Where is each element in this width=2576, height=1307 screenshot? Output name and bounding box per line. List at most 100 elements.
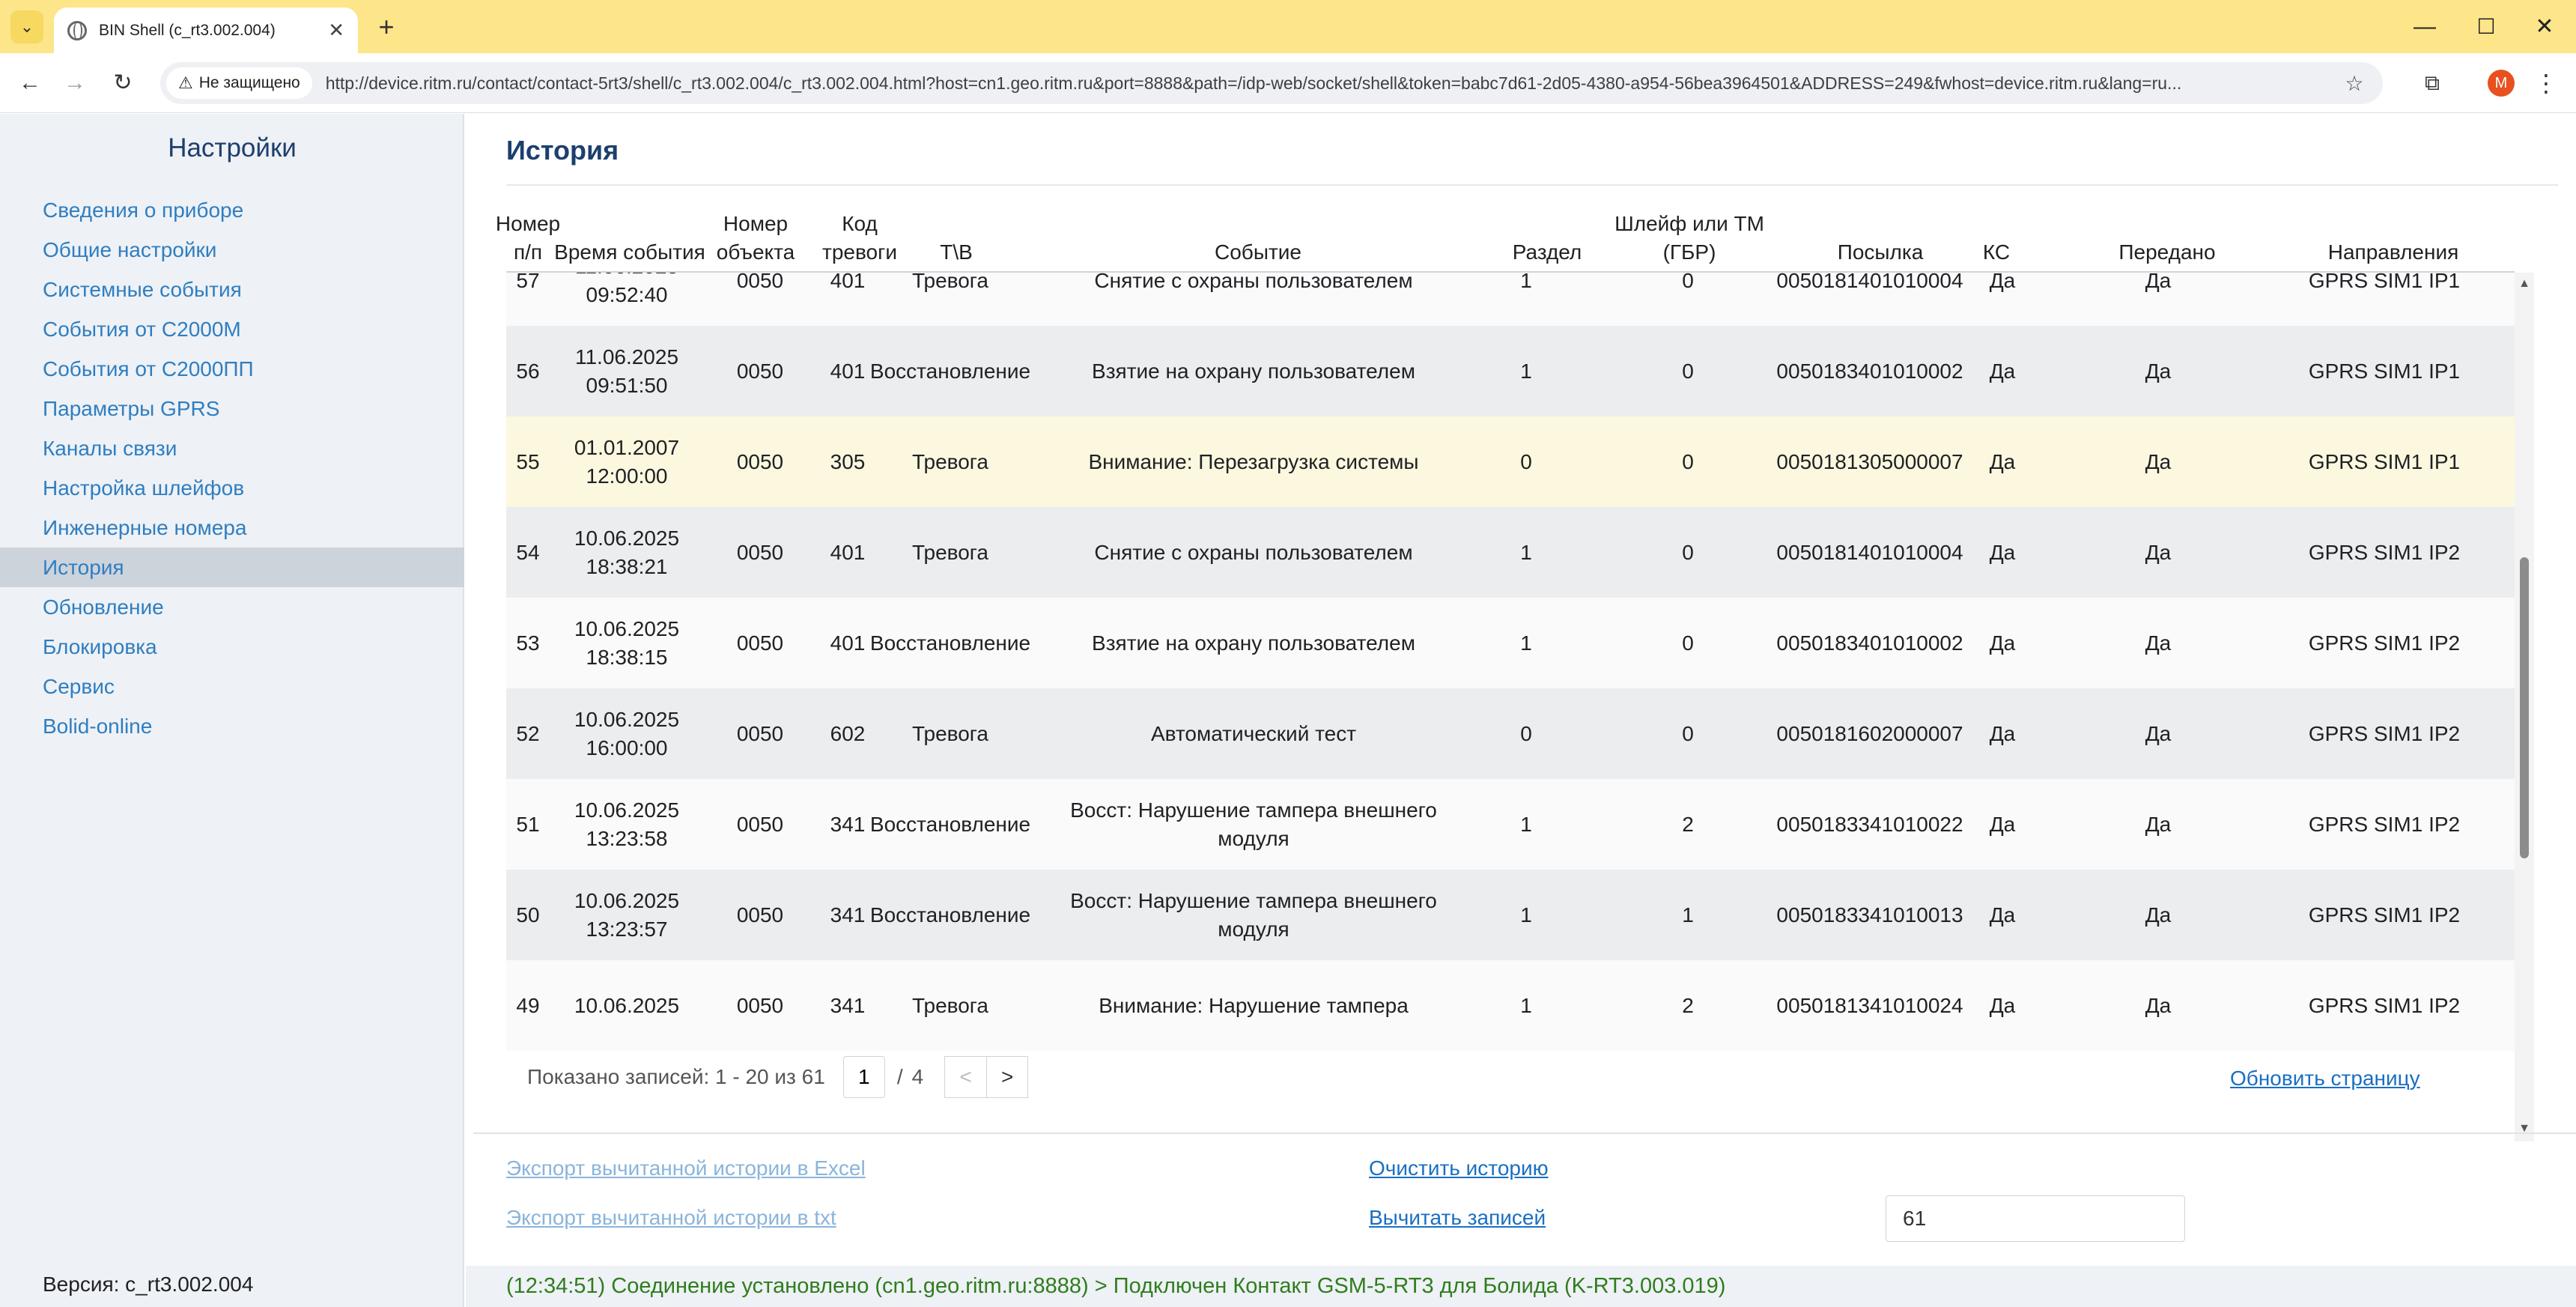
column-header[interactable]: Номер п/п [496, 196, 560, 273]
cell-date: 11.06.2025 [574, 345, 679, 369]
tab-search-chevron-icon[interactable]: ⌄ [10, 10, 43, 43]
table-scrollbar[interactable]: ▲ ▼ [2515, 273, 2534, 1141]
cell-num: 52 [516, 721, 540, 745]
history-table-body[interactable]: 5711.06.202509:52:400050401ТревогаСнятие… [506, 273, 2515, 1141]
cell-time: 12:00:00 [586, 464, 668, 488]
cell-sent: Да [2145, 721, 2172, 745]
window-close-icon[interactable]: ✕ [2528, 10, 2561, 43]
sidebar-item[interactable]: События от С2000ПП [0, 349, 464, 389]
table-row[interactable]: 56 11.06.2025 09:51:50 0050 401 Восстановлени… [506, 326, 2515, 416]
extensions-puzzle-icon[interactable]: ⧉ [2416, 67, 2449, 100]
sidebar-item[interactable]: Системные события [0, 270, 464, 309]
cell-time: 16:00:00 [586, 736, 668, 759]
sidebar-title: Настройки [168, 133, 297, 163]
read-count-input[interactable] [1886, 1195, 2185, 1242]
sidebar-item[interactable]: История [0, 548, 464, 587]
export-txt-link[interactable]: Экспорт вычитанной истории в txt [506, 1206, 836, 1230]
cell-event: Взятие на охрану пользователем [1092, 359, 1415, 383]
cell-event-time: 11.06.202509:52:40 [550, 273, 704, 326]
cell-time: 18:38:15 [586, 645, 668, 669]
table-row[interactable]: 51 10.06.2025 13:23:58 0050 341 Восстановлени… [506, 779, 2515, 870]
table-row[interactable]: 57 11.06.202509:52:40 0050 401 Тревога Снятие… [506, 273, 2515, 326]
table-row[interactable]: 50 10.06.2025 13:23:57 0050 341 Восстановлени… [506, 870, 2515, 960]
table-row[interactable]: 53 10.06.2025 18:38:15 0050 401 Восстановлени… [506, 598, 2515, 688]
cell-loop: 1 [1682, 903, 1694, 927]
table-row[interactable]: 52 10.06.2025 16:00:00 0050 602 Тревога Автома… [506, 688, 2515, 779]
cell-code: 341 [830, 993, 866, 1017]
cell-object: 0050 [736, 993, 784, 1017]
cell-section: 1 [1520, 540, 1532, 564]
close-tab-icon[interactable]: ✕ [328, 19, 344, 42]
forward-arrow-icon[interactable]: → [58, 67, 91, 100]
browser-tab[interactable]: BIN Shell (c_rt3.002.004) ✕ [54, 7, 358, 53]
sidebar-item[interactable]: Настройка шлейфов [0, 468, 464, 508]
cell-num: 53 [516, 631, 540, 655]
cell-section: 0 [1520, 721, 1532, 745]
back-arrow-icon[interactable]: ← [13, 67, 46, 100]
column-header[interactable]: Т\В [885, 196, 1027, 273]
clear-history-link[interactable]: Очистить историю [1369, 1156, 1549, 1180]
cell-event-time: 10.06.2025 13:23:57 [550, 870, 704, 960]
scroll-up-arrow-icon[interactable]: ▲ [2515, 277, 2534, 292]
column-header[interactable]: Раздел [1495, 196, 1600, 273]
security-chip[interactable]: ⚠ Не защищено [166, 67, 312, 99]
sidebar-item[interactable]: События от С2000М [0, 309, 464, 349]
export-excel-link[interactable]: Экспорт вычитанной истории в Excel [506, 1156, 866, 1180]
column-header[interactable]: Шлейф или ТМ (ГБР) [1597, 196, 1782, 273]
sidebar-item[interactable]: Bolid-online [0, 706, 464, 746]
cell-code: 305 [830, 449, 866, 473]
reload-icon[interactable]: ↻ [106, 67, 139, 100]
table-row[interactable]: 55 01.01.2007 12:00:00 0050 305 Тревога Вниман… [506, 416, 2515, 507]
cell-loop: 0 [1682, 273, 1694, 292]
column-header[interactable]: Номер объекта [699, 196, 812, 273]
column-header[interactable]: Событие [1026, 196, 1490, 273]
cell-time: 09:52:40 [586, 282, 668, 306]
cell-object: 0050 [736, 903, 784, 927]
sidebar-item[interactable]: Блокировка [0, 627, 464, 667]
cell-event-time: 11.06.2025 09:51:50 [550, 326, 704, 416]
minimize-icon[interactable]: — [2408, 10, 2441, 43]
cell-dir: GPRS SIM1 IP1 [2308, 449, 2461, 473]
column-header[interactable]: Передано [2118, 196, 2217, 273]
pagination: Показано записей: 1 - 20 из 61 / 4 < > [527, 1055, 1029, 1100]
table-row[interactable]: 49 10.06.2025 0050 341 Тревога Внимание: Нару… [506, 960, 2515, 1051]
sidebar-item[interactable]: Обновление [0, 587, 464, 627]
prev-page-button[interactable]: < [944, 1056, 987, 1098]
browser-menu-icon[interactable]: ⋮ [2533, 67, 2560, 100]
cell-dir: GPRS SIM1 IP2 [2308, 812, 2461, 836]
sidebar-item[interactable]: Параметры GPRS [0, 389, 464, 428]
sidebar-item[interactable]: Сведения о приборе [0, 190, 464, 230]
status-bar: (12:34:51) Соединение установлено (cn1.g… [466, 1266, 2576, 1307]
column-header[interactable]: Время события [553, 196, 707, 273]
cell-num: 56 [516, 359, 540, 383]
scrollbar-thumb[interactable] [2520, 557, 2529, 858]
column-header[interactable]: Направления [2250, 196, 2537, 273]
profile-avatar[interactable]: M [2488, 70, 2515, 97]
cell-ks: Да [1989, 540, 2016, 564]
cell-num: 54 [516, 540, 540, 564]
sidebar-item[interactable]: Каналы связи [0, 428, 464, 468]
sidebar-item[interactable]: Общие настройки [0, 230, 464, 270]
cell-code: 401 [830, 273, 866, 292]
read-records-link[interactable]: Вычитать записей [1369, 1206, 1546, 1230]
column-header[interactable]: КС [1922, 196, 2071, 273]
maximize-icon[interactable]: ☐ [2470, 10, 2503, 43]
cell-tv: Тревога [912, 449, 988, 473]
refresh-page-link[interactable]: Обновить страницу [2230, 1067, 2420, 1091]
sidebar-item[interactable]: Инженерные номера [0, 508, 464, 548]
cell-ks: Да [1989, 721, 2016, 745]
next-page-button[interactable]: > [986, 1056, 1029, 1098]
cell-event: Снятие с охраны пользователем [1094, 540, 1413, 564]
records-shown-label: Показано записей: 1 - 20 из 61 [527, 1065, 825, 1088]
sidebar-item[interactable]: Сервис [0, 667, 464, 706]
cell-ks: Да [1989, 449, 2016, 473]
address-bar[interactable]: ⚠ Не защищено http://device.ritm.ru/cont… [160, 62, 2383, 104]
url-text[interactable]: http://device.ritm.ru/contact/contact-5r… [326, 73, 2338, 94]
table-row[interactable]: 54 10.06.2025 18:38:21 0050 401 Тревога Снятие… [506, 507, 2515, 598]
scroll-down-arrow-icon[interactable]: ▼ [2515, 1122, 2534, 1137]
page-number-input[interactable] [842, 1056, 885, 1098]
column-header[interactable]: Код тревоги [822, 196, 897, 273]
cell-event-time: 10.06.2025 18:38:15 [550, 598, 704, 688]
bookmark-star-icon[interactable]: ☆ [2338, 71, 2371, 96]
new-tab-plus-icon[interactable]: + [370, 10, 403, 43]
